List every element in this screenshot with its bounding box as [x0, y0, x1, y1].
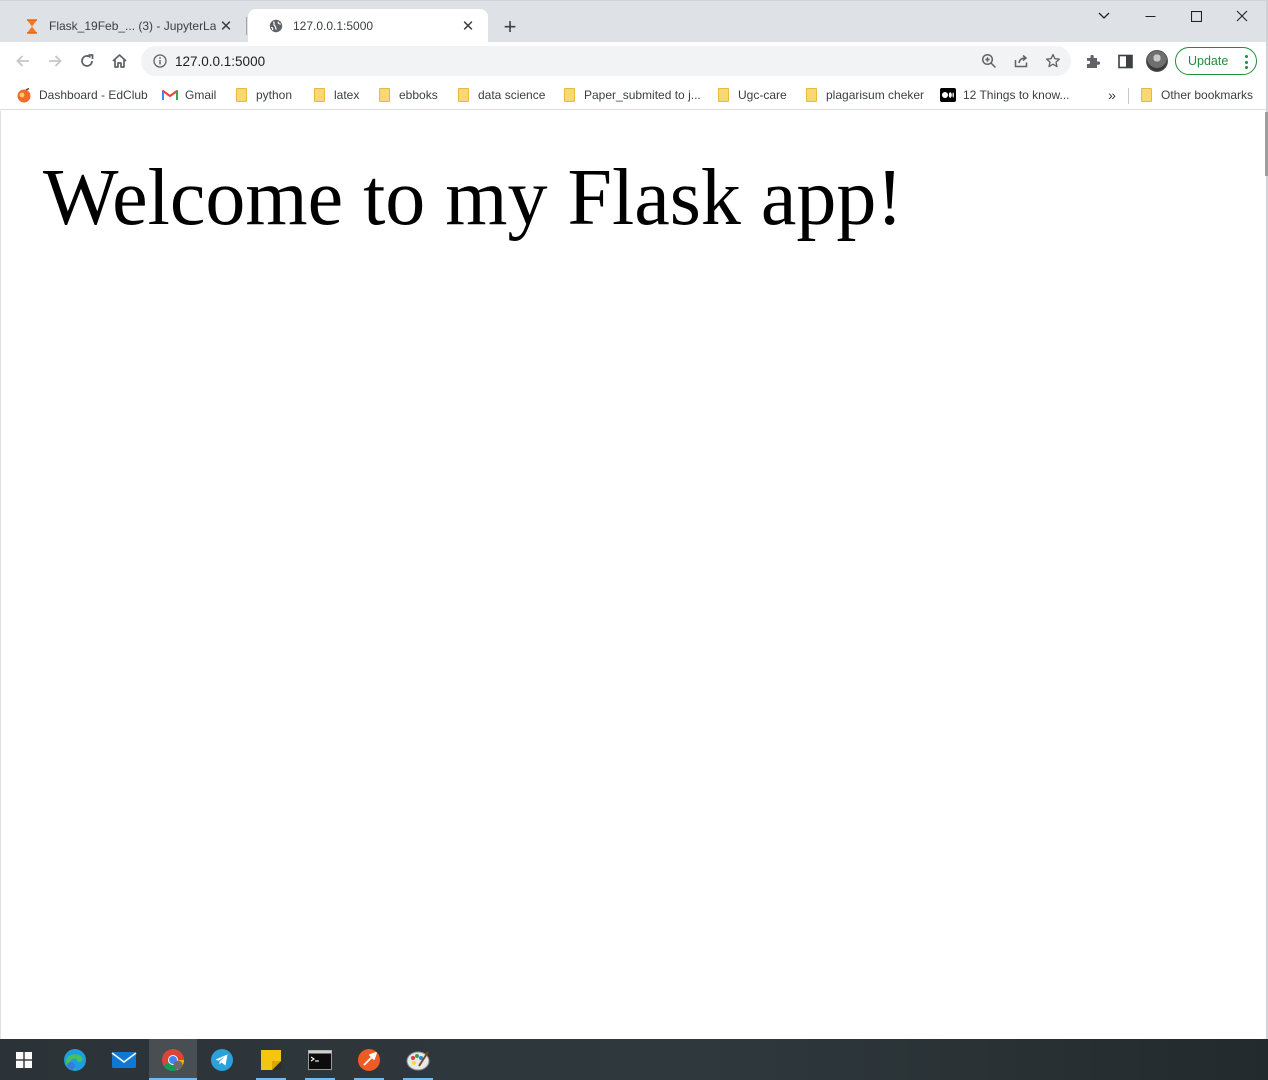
- folder-icon: [233, 87, 249, 103]
- bookmarks-bar: Dashboard - EdClub Gmail python latex eb…: [0, 80, 1268, 110]
- close-tab-icon[interactable]: ✕: [458, 16, 478, 36]
- close-tab-icon[interactable]: ✕: [216, 16, 236, 36]
- bookmark-gmail[interactable]: Gmail: [162, 83, 216, 107]
- extensions-puzzle-icon[interactable]: [1079, 47, 1107, 75]
- bookmark-folder-data-science[interactable]: data science: [455, 83, 545, 107]
- minimize-button[interactable]: [1127, 1, 1173, 31]
- address-bar[interactable]: 127.0.0.1:5000: [141, 46, 1071, 76]
- close-window-button[interactable]: [1219, 1, 1265, 31]
- folder-icon: [561, 87, 577, 103]
- bookmark-folder-latex[interactable]: latex: [311, 83, 359, 107]
- tab-localhost[interactable]: 127.0.0.1:5000 ✕: [248, 9, 488, 43]
- bookmark-edclub[interactable]: Dashboard - EdClub: [16, 83, 148, 107]
- forward-button[interactable]: [41, 47, 69, 75]
- update-label: Update: [1188, 54, 1229, 68]
- new-tab-button[interactable]: +: [498, 15, 522, 39]
- edclub-icon: [16, 87, 32, 103]
- browser-toolbar: 127.0.0.1:5000 Update: [0, 42, 1268, 80]
- bookmarks-overflow-button[interactable]: »: [1103, 86, 1121, 104]
- bookmark-label: 12 Things to know...: [963, 88, 1070, 102]
- bookmark-folder-ugc-care[interactable]: Ugc-care: [715, 83, 787, 107]
- bookmark-label: data science: [478, 88, 546, 102]
- bookmark-star-icon[interactable]: [1039, 47, 1067, 75]
- paint-icon[interactable]: [394, 1039, 442, 1080]
- url-text: 127.0.0.1:5000: [175, 53, 266, 69]
- bookmark-folder-python[interactable]: python: [233, 83, 292, 107]
- tab-title: 127.0.0.1:5000: [293, 19, 374, 33]
- folder-icon: [1138, 87, 1154, 103]
- taskbar: [0, 1039, 1268, 1080]
- chrome-icon[interactable]: [149, 1039, 197, 1080]
- windows-start-icon[interactable]: [0, 1039, 48, 1080]
- bookmark-label: python: [256, 88, 293, 102]
- bookmark-label: plagarisum cheker: [826, 88, 925, 102]
- tab-title: Flask_19Feb_... (3) - JupyterLab: [49, 19, 216, 33]
- bookmark-label: Paper_submited to j...: [584, 88, 701, 102]
- folder-icon: [311, 87, 327, 103]
- folder-icon: [376, 87, 392, 103]
- share-icon[interactable]: [1007, 47, 1035, 75]
- bookmark-folder-plagarisum[interactable]: plagarisum cheker: [803, 83, 924, 107]
- terminal-icon[interactable]: [296, 1039, 344, 1080]
- bookmark-label: Ugc-care: [738, 88, 787, 102]
- jupyter-icon: [24, 18, 40, 34]
- tab-search-button[interactable]: [1081, 1, 1127, 31]
- bookmark-label: Other bookmarks: [1161, 88, 1254, 102]
- tab-separator: [246, 17, 247, 35]
- profile-avatar[interactable]: [1143, 47, 1171, 75]
- edge-icon[interactable]: [51, 1039, 99, 1080]
- maximize-button[interactable]: [1173, 1, 1219, 31]
- bookmarks-divider: [1128, 88, 1129, 104]
- folder-icon: [715, 87, 731, 103]
- folder-icon: [455, 87, 471, 103]
- folder-icon: [803, 87, 819, 103]
- menu-dots-icon[interactable]: [1244, 55, 1248, 69]
- bookmark-folder-ebboks[interactable]: ebboks: [376, 83, 438, 107]
- telegram-icon[interactable]: [198, 1039, 246, 1080]
- bookmark-folder-paper[interactable]: Paper_submited to j...: [561, 83, 701, 107]
- bookmark-label: Gmail: [185, 88, 217, 102]
- bookmark-label: latex: [334, 88, 360, 102]
- bookmark-medium[interactable]: 12 Things to know...: [940, 83, 1070, 107]
- reload-button[interactable]: [73, 47, 101, 75]
- avatar-icon: [1146, 50, 1168, 72]
- side-panel-icon[interactable]: [1111, 47, 1139, 75]
- gmail-icon: [162, 87, 178, 103]
- back-button[interactable]: [9, 47, 37, 75]
- mail-icon[interactable]: [100, 1039, 148, 1080]
- tab-strip: Flask_19Feb_... (3) - JupyterLab ✕ 127.0…: [0, 0, 1268, 43]
- bookmark-label: ebboks: [399, 88, 438, 102]
- sticky-notes-icon[interactable]: [247, 1039, 295, 1080]
- update-button[interactable]: Update: [1175, 47, 1257, 75]
- tab-jupyterlab[interactable]: Flask_19Feb_... (3) - JupyterLab ✕: [4, 9, 246, 43]
- globe-icon: [268, 18, 284, 34]
- postman-icon[interactable]: [345, 1039, 393, 1080]
- site-info-icon[interactable]: [145, 46, 175, 76]
- bookmark-label: Dashboard - EdClub: [39, 88, 148, 102]
- page-heading: Welcome to my Flask app!: [43, 154, 904, 242]
- home-button[interactable]: [105, 47, 133, 75]
- zoom-icon[interactable]: [975, 47, 1003, 75]
- medium-icon: [940, 87, 956, 103]
- page-viewport: Welcome to my Flask app!: [0, 111, 1266, 1039]
- other-bookmarks[interactable]: Other bookmarks: [1138, 83, 1253, 107]
